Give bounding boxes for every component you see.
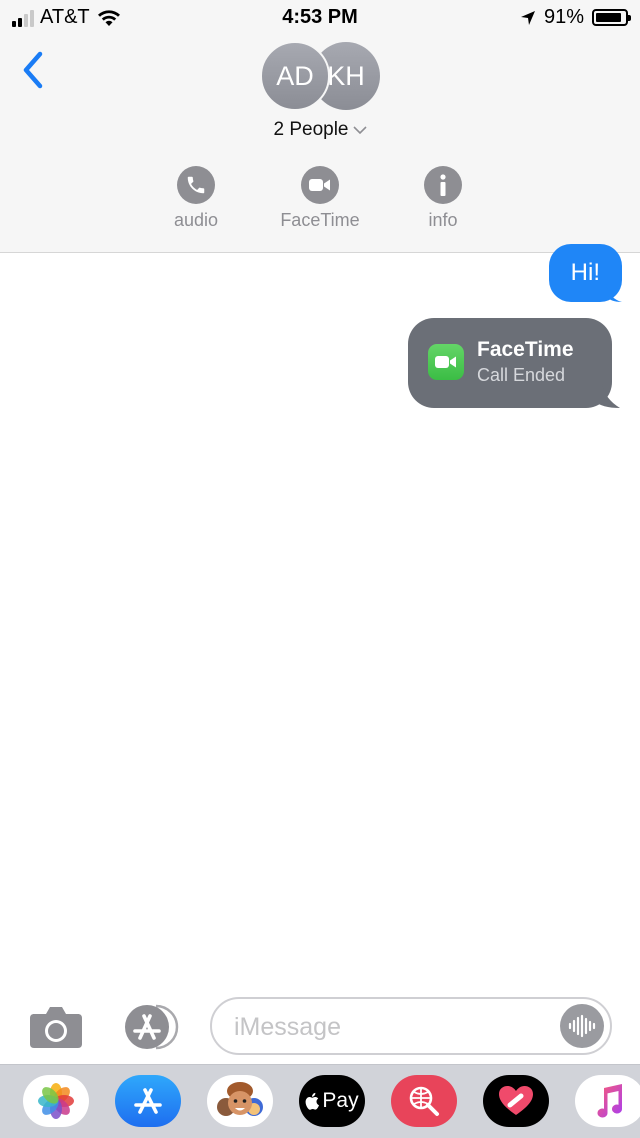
phone-icon	[177, 166, 215, 204]
app-store-app-button[interactable]	[115, 1075, 181, 1127]
battery-icon	[592, 9, 631, 26]
back-button[interactable]	[18, 50, 48, 90]
people-count-label: 2 People	[273, 119, 349, 140]
info-button[interactable]: info	[393, 166, 493, 231]
heart-icon	[499, 1086, 533, 1115]
apple-pay-icon	[305, 1092, 320, 1110]
image-search-app-button[interactable]	[391, 1075, 457, 1127]
music-app-button[interactable]	[575, 1075, 640, 1127]
location-arrow-icon	[520, 10, 535, 25]
apple-pay-label: Pay	[322, 1089, 359, 1112]
bubble-tail	[592, 384, 620, 408]
conversation-header: AT&T 4:53 PM 91% AD KH 2 People audio Fa…	[0, 0, 640, 253]
bubble-tail	[606, 284, 622, 302]
audio-message-button[interactable]	[560, 1004, 604, 1048]
photos-app-button[interactable]	[23, 1075, 89, 1127]
memoji-app-button[interactable]	[207, 1075, 273, 1127]
imessage-input[interactable]	[232, 1009, 556, 1045]
facetime-app-icon	[428, 344, 464, 380]
camera-button[interactable]	[28, 1004, 84, 1050]
header-actions: audio FaceTime info	[0, 166, 640, 236]
message-text: Hi!	[570, 259, 600, 286]
imessage-field[interactable]	[210, 997, 612, 1055]
facetime-call-bubble[interactable]: FaceTime Call Ended	[408, 318, 612, 408]
facetime-call-title: FaceTime	[477, 338, 574, 361]
status-bar: AT&T 4:53 PM 91%	[0, 0, 640, 36]
audio-label: audio	[173, 210, 219, 230]
audio-call-button[interactable]: audio	[146, 166, 246, 231]
group-avatars[interactable]: AD KH	[260, 41, 382, 111]
info-label: info	[428, 210, 458, 230]
camera-icon	[30, 1007, 82, 1048]
facetime-call-status: Call Ended	[477, 365, 566, 385]
group-details-toggle[interactable]: 2 People	[0, 119, 640, 141]
battery-percent: 91%	[543, 6, 584, 28]
digital-touch-app-button[interactable]	[483, 1075, 549, 1127]
message-composer	[0, 990, 640, 1062]
info-icon	[424, 166, 462, 204]
video-camera-icon	[301, 166, 339, 204]
battery-level-fill	[596, 13, 622, 22]
music-note-icon	[597, 1084, 622, 1118]
facetime-button[interactable]: FaceTime	[270, 166, 370, 231]
app-store-button[interactable]	[120, 1004, 180, 1050]
avatar: AD	[260, 41, 330, 111]
audio-waveform-icon	[568, 1014, 596, 1038]
chevron-down-icon	[352, 126, 367, 135]
chevron-left-icon	[23, 51, 43, 89]
photos-icon	[38, 1083, 74, 1119]
facetime-label: FaceTime	[280, 210, 360, 230]
memoji-icon	[217, 1082, 263, 1116]
app-store-icon	[125, 1004, 179, 1050]
status-right: 91%	[520, 6, 631, 29]
app-drawer: Pay	[0, 1064, 640, 1138]
apple-pay-app-button[interactable]: Pay	[299, 1075, 365, 1127]
app-store-icon	[134, 1088, 162, 1114]
globe-search-icon	[409, 1086, 439, 1116]
